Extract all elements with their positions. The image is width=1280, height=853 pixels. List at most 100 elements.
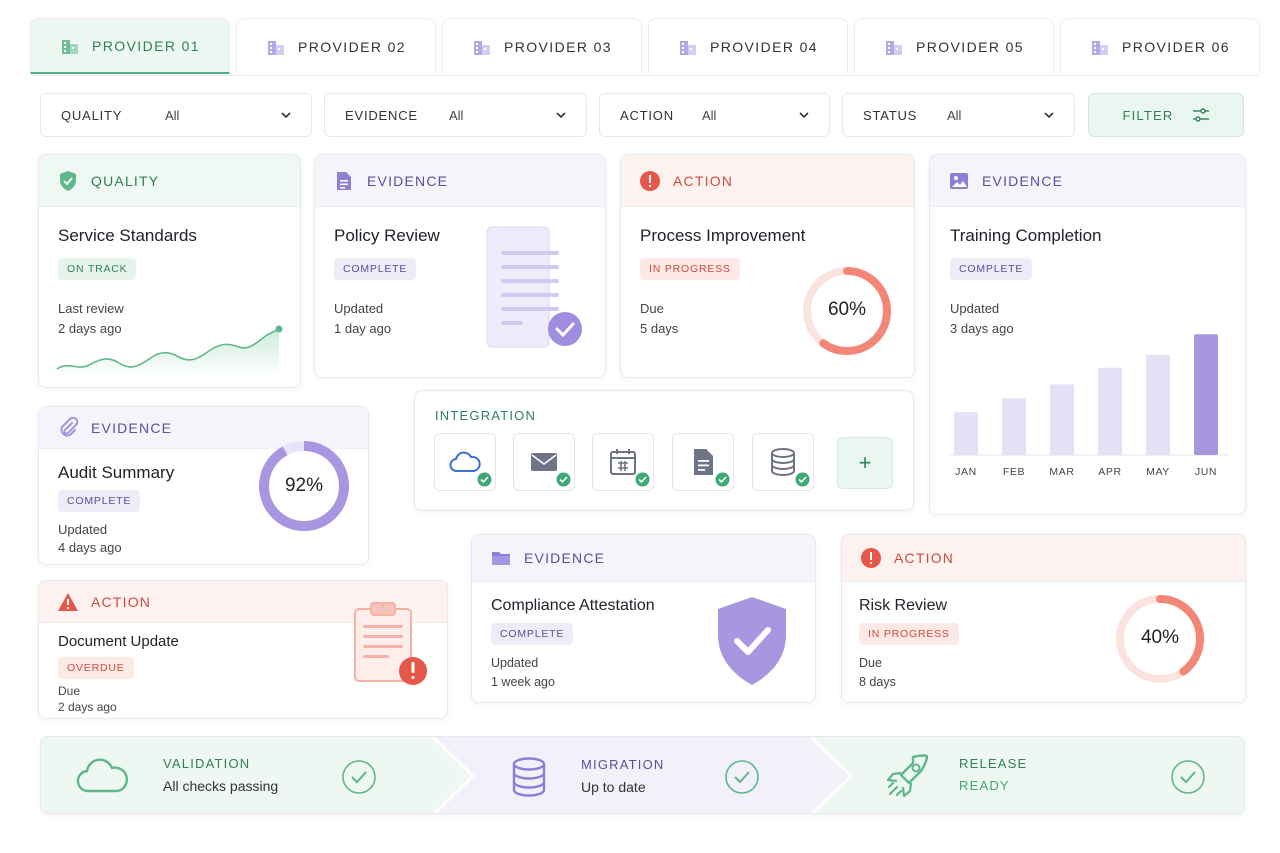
- trend-sparkline: [56, 325, 283, 377]
- building-icon: [1092, 40, 1108, 55]
- progress-value: 92%: [284, 475, 324, 496]
- card-header: ACTION: [842, 535, 1245, 582]
- card-category: ACTION: [894, 550, 955, 566]
- card-category: ACTION: [673, 172, 734, 189]
- status-badge: COMPLETE: [950, 258, 1033, 280]
- service-standards-card[interactable]: QUALITY Service Standards ON TRACK Last …: [38, 154, 301, 388]
- meta-label: Last review: [58, 301, 124, 316]
- pipeline-step-title: VALIDATION: [163, 756, 251, 771]
- status-badge: IN PROGRESS: [859, 623, 959, 645]
- risk-review-card[interactable]: ACTION Risk Review IN PROGRESS Due 8 day…: [841, 534, 1246, 703]
- card-category: EVIDENCE: [982, 172, 1064, 189]
- card-category: EVIDENCE: [524, 550, 606, 566]
- meta-value: 2 days ago: [58, 700, 117, 714]
- pipeline-step-subtitle: Up to date: [581, 779, 646, 795]
- tab-provider-05[interactable]: PROVIDER 05: [854, 18, 1054, 74]
- document-check-illustration: [486, 226, 582, 348]
- tab-label: PROVIDER 01: [92, 37, 200, 54]
- card-title: Compliance Attestation: [491, 597, 655, 614]
- calendar-integration-tile[interactable]: [592, 433, 654, 491]
- folder-icon: [492, 552, 510, 565]
- database-integration-tile[interactable]: [752, 433, 814, 491]
- tab-provider-03[interactable]: PROVIDER 03: [442, 18, 642, 74]
- status-badge: COMPLETE: [491, 623, 574, 645]
- quality-filter-select[interactable]: QUALITY All: [40, 93, 312, 137]
- status-filter-select[interactable]: STATUS All: [842, 93, 1075, 137]
- tick-label-jun: JUN: [1195, 466, 1217, 478]
- filter-value: All: [449, 107, 464, 123]
- progress-value: 60%: [827, 299, 867, 320]
- card-title: Training Completion: [950, 226, 1102, 245]
- bar-apr: [1098, 367, 1122, 455]
- integration-panel: INTEGRATION +: [414, 390, 914, 511]
- compliance-attestation-card[interactable]: EVIDENCE Compliance Attestation COMPLETE…: [471, 534, 816, 703]
- add-integration-button[interactable]: +: [837, 437, 893, 489]
- progress-ring: 40%: [1114, 593, 1206, 685]
- card-header: EVIDENCE: [315, 155, 605, 207]
- sliders-icon: [1192, 108, 1209, 122]
- tick-label-apr: APR: [1098, 466, 1121, 478]
- tick-label-feb: FEB: [1003, 466, 1025, 478]
- tab-label: PROVIDER 05: [916, 38, 1024, 55]
- status-badge: ON TRACK: [58, 258, 137, 280]
- meta-value: 5 days: [640, 321, 679, 336]
- training-bar-chart: JAN FEB MAR APR MAY JUN: [950, 334, 1228, 478]
- progress-ring: 60%: [801, 265, 893, 357]
- check-circle-icon: [725, 760, 759, 794]
- status-badge: IN PROGRESS: [640, 258, 740, 280]
- provider-tabs: PROVIDER 01 PROVIDER 02 PROVIDER 03 PROV…: [30, 18, 1260, 76]
- tab-label: PROVIDER 06: [1122, 38, 1230, 55]
- card-header: EVIDENCE: [930, 155, 1245, 207]
- bar-feb: [1002, 398, 1026, 455]
- bar-may: [1146, 354, 1170, 455]
- shield-check-icon: [60, 170, 76, 191]
- building-icon: [680, 40, 696, 55]
- integration-label: INTEGRATION: [435, 408, 537, 423]
- tabs-divider: [30, 75, 1260, 76]
- warning-triangle-icon: [58, 592, 78, 611]
- check-badge-icon: [477, 472, 492, 487]
- bar-jun: [1194, 334, 1218, 455]
- card-header: EVIDENCE: [472, 535, 815, 582]
- tick-label-mar: MAR: [1049, 466, 1074, 478]
- card-category: EVIDENCE: [367, 172, 449, 189]
- tab-provider-02[interactable]: PROVIDER 02: [236, 18, 436, 74]
- chevron-down-icon: [556, 112, 566, 119]
- check-badge-icon: [795, 472, 810, 487]
- filter-label: QUALITY: [61, 107, 123, 123]
- building-icon: [474, 40, 490, 55]
- meta-label: Updated: [58, 522, 108, 537]
- paperclip-icon: [60, 416, 79, 437]
- meta-value: 1 week ago: [491, 675, 555, 689]
- chevron-down-icon: [1044, 112, 1054, 119]
- tab-provider-01[interactable]: PROVIDER 01: [30, 18, 230, 74]
- filter-button[interactable]: FILTER: [1088, 93, 1244, 137]
- cloud-icon: [76, 758, 129, 793]
- filter-label: STATUS: [863, 107, 918, 123]
- audit-summary-card[interactable]: EVIDENCE Audit Summary COMPLETE Updated …: [38, 406, 369, 565]
- image-icon: [950, 172, 968, 189]
- process-improvement-card[interactable]: ACTION Process Improvement IN PROGRESS D…: [620, 154, 915, 378]
- status-badge: COMPLETE: [334, 258, 417, 280]
- meta-value: 1 day ago: [334, 321, 392, 336]
- pipeline-background: [41, 737, 1244, 813]
- meta-label: Due: [859, 656, 882, 670]
- card-title: Service Standards: [58, 226, 197, 245]
- training-completion-card[interactable]: EVIDENCE Training Completion COMPLETE Up…: [929, 154, 1246, 515]
- mail-integration-tile[interactable]: [513, 433, 575, 491]
- file-integration-tile[interactable]: [672, 433, 734, 491]
- evidence-filter-select[interactable]: EVIDENCE All: [324, 93, 587, 137]
- card-title: Policy Review: [334, 226, 440, 245]
- tab-provider-06[interactable]: PROVIDER 06: [1060, 18, 1260, 74]
- document-update-card[interactable]: ACTION Document Update OVERDUE Due 2 day…: [38, 580, 448, 719]
- filter-button-label: FILTER: [1122, 107, 1174, 123]
- bar-jan: [954, 412, 978, 455]
- check-badge-icon: [556, 472, 571, 487]
- clipboard-alert-illustration: [354, 602, 427, 685]
- cloud-integration-tile[interactable]: [434, 433, 496, 491]
- card-title: Risk Review: [859, 597, 948, 614]
- policy-review-card[interactable]: EVIDENCE Policy Review COMPLETE Updated …: [314, 154, 606, 378]
- rocket-icon: [886, 754, 929, 798]
- action-filter-select[interactable]: ACTION All: [599, 93, 830, 137]
- tab-provider-04[interactable]: PROVIDER 04: [648, 18, 848, 74]
